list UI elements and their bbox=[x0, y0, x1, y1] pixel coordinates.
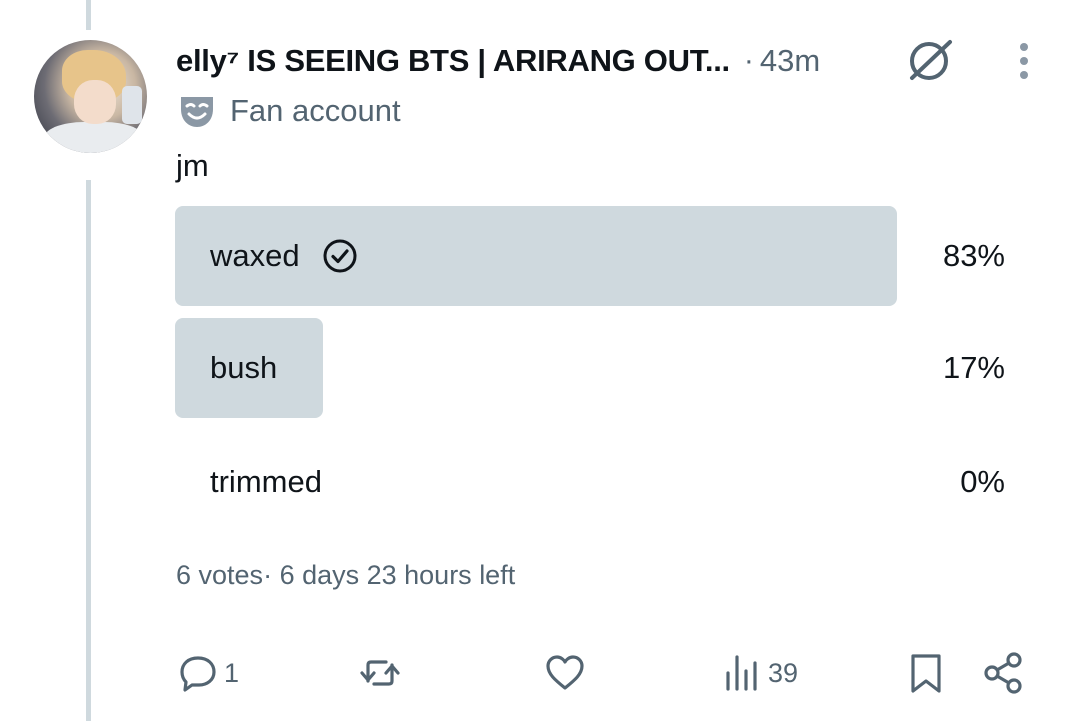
fan-account-mask-icon bbox=[181, 97, 213, 127]
repost-icon bbox=[360, 660, 400, 686]
views-button[interactable]: 39 bbox=[720, 650, 798, 696]
poll-option-bush: bush 17% bbox=[175, 318, 1005, 418]
poll-option-label-row: trimmed bbox=[210, 432, 322, 532]
share-icon bbox=[984, 652, 1022, 694]
display-name[interactable]: elly⁷ IS SEEING BTS | ARIRANG OUT... bbox=[176, 43, 730, 79]
like-button[interactable] bbox=[543, 650, 591, 696]
heart-icon bbox=[546, 655, 584, 690]
grok-icon[interactable] bbox=[904, 36, 954, 82]
poll-option-label-row: waxed bbox=[210, 206, 358, 306]
views-icon bbox=[726, 655, 757, 691]
poll-meta-separator: · bbox=[263, 560, 280, 590]
bookmark-icon bbox=[911, 654, 941, 693]
avatar[interactable] bbox=[34, 40, 147, 153]
poll-votes: 6 votes bbox=[176, 560, 264, 590]
poll-option-waxed: waxed 83% bbox=[175, 206, 1005, 306]
timestamp[interactable]: 43m bbox=[760, 43, 820, 79]
account-label[interactable]: Fan account bbox=[178, 92, 401, 130]
view-count: 39 bbox=[768, 657, 799, 688]
repost-button[interactable] bbox=[358, 650, 406, 696]
share-button[interactable] bbox=[982, 650, 1026, 696]
poll-meta: 6 votes· 6 days 23 hours left bbox=[176, 560, 515, 591]
reply-button[interactable]: 1 bbox=[176, 650, 239, 696]
check-circle-icon bbox=[323, 239, 357, 273]
poll-option-percent: 0% bbox=[960, 464, 1005, 499]
post-text: jm bbox=[176, 148, 209, 183]
poll-option-label: bush bbox=[210, 350, 278, 385]
poll-option-percent: 17% bbox=[942, 350, 1005, 385]
poll-option-label: trimmed bbox=[210, 464, 322, 499]
poll-option-percent: 83% bbox=[942, 238, 1005, 273]
poll-time-left: 6 days 23 hours left bbox=[279, 560, 516, 590]
account-label-text: Fan account bbox=[230, 93, 401, 128]
meta-separator: · bbox=[743, 44, 754, 77]
more-icon[interactable] bbox=[1010, 40, 1038, 82]
poll-option-trimmed: trimmed 0% bbox=[175, 432, 1005, 532]
reply-icon bbox=[180, 656, 216, 692]
post-header: elly⁷ IS SEEING BTS | ARIRANG OUT... · 4… bbox=[176, 41, 820, 81]
poll-option-label: waxed bbox=[210, 238, 300, 273]
reply-count: 1 bbox=[224, 657, 240, 688]
poll-option-label-row: bush bbox=[210, 318, 277, 418]
bookmark-button[interactable] bbox=[904, 650, 948, 696]
